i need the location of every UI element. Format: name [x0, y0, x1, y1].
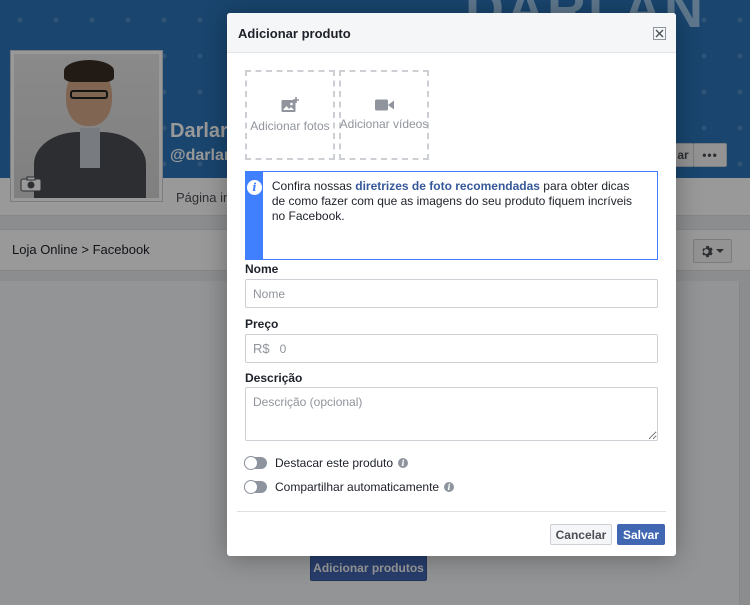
feature-product-label: Destacar este produto — [275, 456, 394, 470]
toggle-knob — [244, 480, 258, 494]
close-button[interactable] — [653, 27, 666, 40]
video-camera-icon — [374, 99, 394, 111]
description-label: Descrição — [245, 371, 303, 385]
save-button[interactable]: Salvar — [617, 524, 665, 545]
description-textarea[interactable] — [245, 387, 658, 441]
notice-text-before: Confira nossas — [271, 179, 356, 193]
help-icon[interactable]: i — [444, 482, 455, 492]
photo-guidelines-link[interactable]: diretrizes de foto recomendadas — [355, 179, 540, 193]
footer-divider — [237, 511, 666, 512]
dialog-header: Adicionar produto — [227, 13, 676, 53]
toggle-knob — [244, 456, 258, 470]
notice-text: Confira nossas diretrizes de foto recome… — [263, 172, 657, 259]
add-photo-icon — [281, 97, 299, 112]
name-label: Nome — [245, 262, 279, 276]
help-icon[interactable]: i — [398, 458, 409, 468]
info-icon: i — [246, 180, 262, 195]
price-input[interactable] — [269, 335, 657, 362]
auto-share-row: Compartilhar automaticamente i — [244, 480, 455, 494]
auto-share-toggle[interactable] — [244, 480, 267, 494]
price-label: Preço — [245, 317, 279, 331]
auto-share-label: Compartilhar automaticamente — [275, 480, 440, 494]
dialog-title: Adicionar produto — [238, 26, 351, 41]
add-product-dialog: Adicionar produto Adicionar fotos Adicio… — [227, 13, 676, 556]
close-icon — [655, 29, 664, 38]
name-input[interactable] — [245, 279, 658, 308]
photo-guidelines-notice: i Confira nossas diretrizes de foto reco… — [245, 171, 658, 260]
add-photos-label: Adicionar fotos — [250, 119, 330, 133]
add-videos-label: Adicionar vídeos — [339, 117, 429, 131]
currency-prefix: R$ — [253, 341, 270, 356]
feature-product-toggle[interactable] — [244, 456, 267, 470]
cancel-button[interactable]: Cancelar — [550, 524, 612, 545]
feature-product-row: Destacar este produto i — [244, 456, 409, 470]
notice-strip: i — [246, 172, 263, 259]
add-photos-tile[interactable]: Adicionar fotos — [245, 70, 335, 160]
price-field[interactable]: R$ — [245, 334, 658, 363]
add-videos-tile[interactable]: Adicionar vídeos — [339, 70, 429, 160]
